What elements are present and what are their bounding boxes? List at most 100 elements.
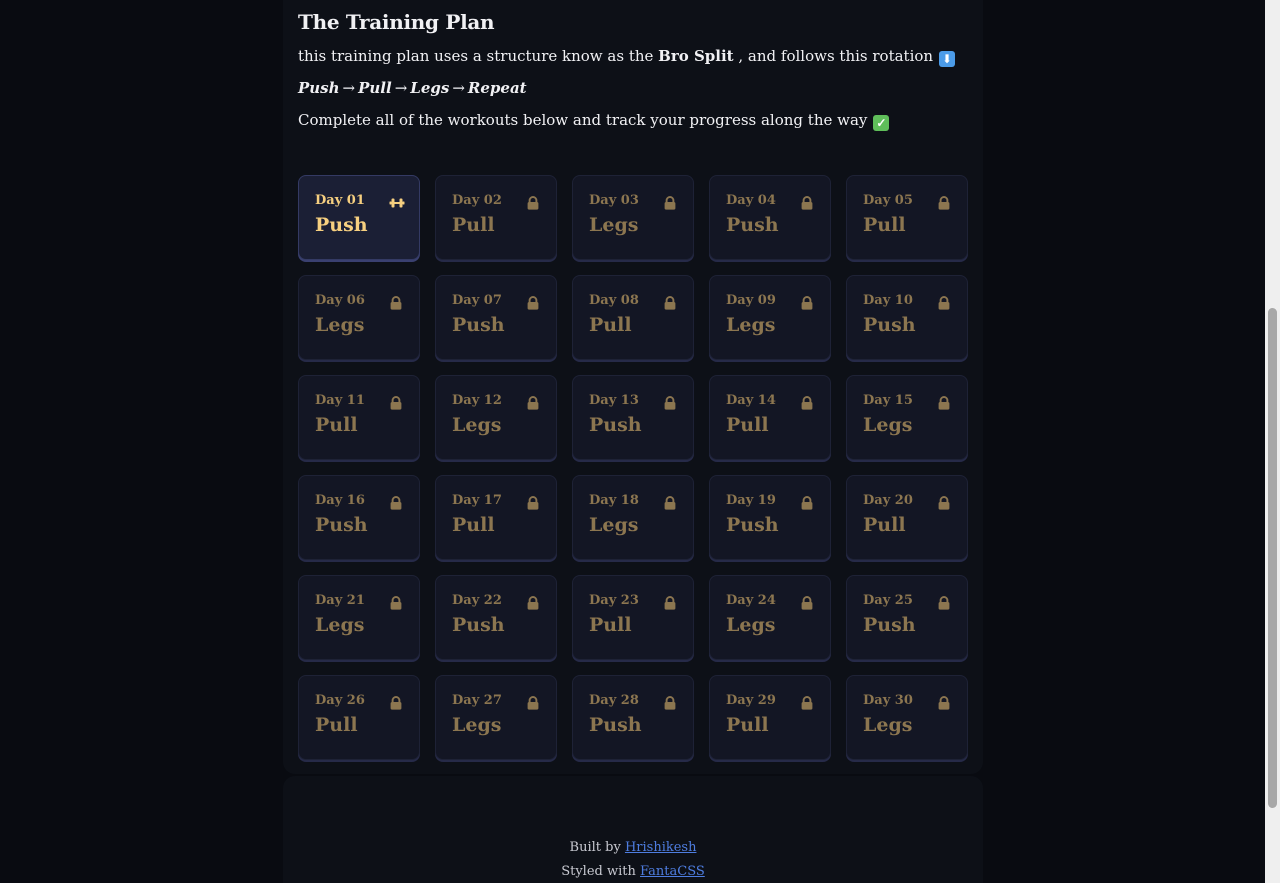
workout-type-label: Legs [452,714,502,736]
workout-type-label: Legs [863,714,913,736]
workout-type-label: Pull [589,314,632,336]
day-card[interactable]: Day 08 Pull [572,275,694,360]
day-number-label: Day 14 [726,393,776,408]
day-number-label: Day 30 [863,693,913,708]
rotation-sequence: Push → Pull → Legs → Repeat [298,79,527,97]
rotation-legs: Legs [410,79,450,97]
workout-type-label: Pull [589,614,632,636]
day-card[interactable]: Day 16 Push [298,475,420,560]
workout-day-grid: Day 01 Push Day 02 Pull Day 03 Legs Day 04 Push… [298,175,970,760]
workout-type-label: Legs [726,314,776,336]
workout-type-label: Legs [452,414,502,436]
plan-intro: this training plan uses a structure know… [298,47,956,67]
day-card[interactable]: Day 27 Legs [435,675,557,760]
training-plan-panel: The Training Plan this training plan use… [283,0,983,774]
day-card[interactable]: Day 19 Push [709,475,831,560]
day-card[interactable]: Day 22 Push [435,575,557,660]
lock-icon [800,295,814,310]
workout-type-label: Push [726,514,779,536]
day-card[interactable]: Day 24 Legs [709,575,831,660]
day-number-label: Day 21 [315,593,365,608]
lock-icon [526,695,540,710]
workout-type-label: Push [315,214,368,236]
day-card[interactable]: Day 21 Legs [298,575,420,660]
workout-type-label: Legs [863,414,913,436]
day-card[interactable]: Day 13 Push [572,375,694,460]
day-card[interactable]: Day 05 Pull [846,175,968,260]
down-arrow-icon: ⬇ [939,51,956,67]
lock-icon [800,695,814,710]
lock-icon [937,395,951,410]
day-card[interactable]: Day 26 Pull [298,675,420,760]
workout-type-label: Legs [315,614,365,636]
day-card[interactable]: Day 10 Push [846,275,968,360]
workout-type-label: Push [726,214,779,236]
day-number-label: Day 16 [315,493,365,508]
day-number-label: Day 18 [589,493,639,508]
rotation-pull: Pull [358,79,392,97]
lock-icon [800,595,814,610]
day-number-label: Day 03 [589,193,639,208]
day-card[interactable]: Day 07 Push [435,275,557,360]
day-card[interactable]: Day 01 Push [298,175,420,260]
lock-icon [389,495,403,510]
rotation-repeat: Repeat [467,79,527,97]
workout-type-label: Pull [452,514,495,536]
fantacss-link[interactable]: FantaCSS [640,864,705,879]
lock-icon [937,295,951,310]
styled-with-text: Styled with [561,864,636,879]
bro-split-label: Bro Split [658,47,734,65]
day-card[interactable]: Day 12 Legs [435,375,557,460]
day-number-label: Day 01 [315,193,365,208]
lock-icon [800,395,814,410]
lock-icon [389,295,403,310]
scrollbar-thumb[interactable] [1268,308,1277,808]
lock-icon [526,295,540,310]
lock-icon [526,495,540,510]
lock-icon [389,695,403,710]
day-number-label: Day 20 [863,493,913,508]
day-number-label: Day 04 [726,193,776,208]
page-footer: Built by Hrishikesh Styled with FantaCSS [283,776,983,883]
day-card[interactable]: Day 14 Pull [709,375,831,460]
day-number-label: Day 09 [726,293,776,308]
workout-type-label: Pull [863,214,906,236]
day-number-label: Day 22 [452,593,502,608]
day-card[interactable]: Day 20 Pull [846,475,968,560]
day-number-label: Day 08 [589,293,639,308]
day-number-label: Day 24 [726,593,776,608]
lock-icon [389,395,403,410]
day-card[interactable]: Day 17 Pull [435,475,557,560]
vertical-scrollbar[interactable] [1265,0,1280,883]
lock-icon [526,595,540,610]
complete-instructions: Complete all of the workouts below and t… [298,111,890,131]
workout-type-label: Pull [452,214,495,236]
day-card[interactable]: Day 09 Legs [709,275,831,360]
lock-icon [663,195,677,210]
day-card[interactable]: Day 04 Push [709,175,831,260]
right-arrow-icon: → [452,79,465,97]
workout-type-label: Pull [726,414,769,436]
day-number-label: Day 02 [452,193,502,208]
workout-type-label: Pull [315,414,358,436]
day-number-label: Day 19 [726,493,776,508]
day-card[interactable]: Day 30 Legs [846,675,968,760]
day-card[interactable]: Day 23 Pull [572,575,694,660]
app-viewport: The Training Plan this training plan use… [0,0,1280,883]
intro-text: this training plan uses a structure know… [298,47,659,65]
day-card[interactable]: Day 18 Legs [572,475,694,560]
day-card[interactable]: Day 11 Pull [298,375,420,460]
day-card[interactable]: Day 15 Legs [846,375,968,460]
day-card[interactable]: Day 02 Pull [435,175,557,260]
workout-type-label: Push [863,314,916,336]
workout-type-label: Pull [726,714,769,736]
day-card[interactable]: Day 29 Pull [709,675,831,760]
day-number-label: Day 15 [863,393,913,408]
day-card[interactable]: Day 25 Push [846,575,968,660]
workout-type-label: Push [589,714,642,736]
day-card[interactable]: Day 06 Legs [298,275,420,360]
author-link[interactable]: Hrishikesh [625,840,697,855]
lock-icon [937,695,951,710]
day-card[interactable]: Day 28 Push [572,675,694,760]
day-card[interactable]: Day 03 Legs [572,175,694,260]
